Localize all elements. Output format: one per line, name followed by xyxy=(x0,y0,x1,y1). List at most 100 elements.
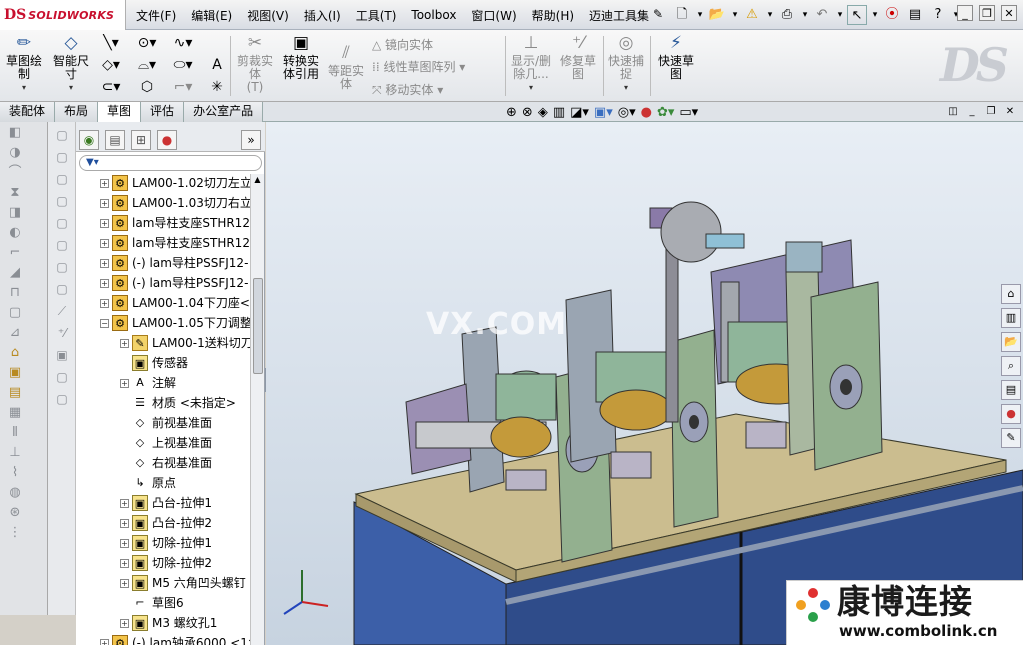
sketch-button[interactable]: ✏ 草图绘制 ▾ xyxy=(4,33,44,94)
tree-item[interactable]: + ▣ M5 六角凹头螺钉 xyxy=(120,574,251,592)
tab-layout[interactable]: 布局 xyxy=(55,102,99,122)
tree-item[interactable]: ▣ 传感器 xyxy=(120,354,251,372)
minimize-icon[interactable]: _ xyxy=(965,105,979,119)
tree-expander-icon[interactable]: + xyxy=(120,558,129,568)
tree-expander-icon[interactable]: + xyxy=(120,518,129,528)
tree-expander-icon[interactable]: + xyxy=(100,278,109,288)
spline-icon[interactable]: ∿▾ xyxy=(170,34,196,52)
box-icon[interactable]: ⟋ xyxy=(53,302,71,320)
tree-item[interactable]: − ⚙ LAM00-1.05下刀调整 xyxy=(100,314,251,332)
tree-expander-icon[interactable]: + xyxy=(100,258,109,268)
tree-expander-icon[interactable]: − xyxy=(100,318,109,328)
tree-expander-icon[interactable]: + xyxy=(120,618,129,628)
menu-insert[interactable]: 插入(I) xyxy=(304,7,341,24)
hide-show-icon[interactable]: ◎▾ xyxy=(618,105,636,121)
zoom-area-icon[interactable]: ⊗ xyxy=(522,105,533,121)
dome-icon[interactable]: ⌂ xyxy=(5,344,25,362)
restore-icon[interactable]: ❐ xyxy=(984,105,998,119)
linear-pattern-button[interactable]: ⁞⁞ 线性草图阵列 ▾ xyxy=(372,58,465,75)
tree-item[interactable]: + ⚙ (-) lam轴承6000 <1> xyxy=(100,634,251,645)
scroll-thumb[interactable] xyxy=(253,278,263,374)
menu-view[interactable]: 视图(V) xyxy=(247,7,289,24)
tree-expander-icon[interactable]: + xyxy=(100,638,109,645)
file-explorer-icon[interactable]: 📂 xyxy=(1001,332,1021,352)
move-entities-button[interactable]: ⤧ 移动实体 ▾ xyxy=(372,81,443,98)
box-icon[interactable]: ▢ xyxy=(53,368,71,386)
show-delete-relations-button[interactable]: ⊥ 显示/删除几... ▾ xyxy=(508,33,554,94)
tree-expander-icon[interactable]: + xyxy=(120,578,129,588)
tree-expander-icon[interactable]: + xyxy=(100,178,109,188)
box-icon[interactable]: ▢ xyxy=(53,258,71,276)
chevron-down-icon[interactable]: ▾ xyxy=(730,5,740,25)
print-icon[interactable]: ⎙ xyxy=(777,5,797,25)
box-icon[interactable]: ▢ xyxy=(53,192,71,210)
assembly-model[interactable] xyxy=(266,122,1023,645)
chevron-down-icon[interactable]: ▾ xyxy=(800,5,810,25)
tree-expander-icon[interactable]: + xyxy=(120,338,129,348)
tree-expander-icon[interactable]: + xyxy=(120,538,129,548)
search-icon[interactable]: ⌕ xyxy=(1001,356,1021,376)
help-icon[interactable]: ? xyxy=(928,5,948,25)
tree-expander-icon[interactable]: + xyxy=(120,378,129,388)
offset-entities-button[interactable]: ⫽ 等距实体 xyxy=(326,33,366,91)
tree-item[interactable]: ◇ 前视基准面 xyxy=(120,414,251,432)
zoom-to-fit-icon[interactable]: ⊕ xyxy=(506,105,517,121)
sweep-icon[interactable]: ⌒ xyxy=(5,164,25,182)
restore-icon[interactable]: ❐ xyxy=(979,5,995,21)
box-icon[interactable]: ▢ xyxy=(53,236,71,254)
tab-sketch[interactable]: 草图 xyxy=(98,102,142,122)
select-pointer-icon[interactable]: ↖ xyxy=(847,5,867,25)
tree-item[interactable]: + ⚙ lam导柱支座STHR12 xyxy=(100,234,251,252)
scene-icon[interactable]: ✿▾ xyxy=(657,105,674,121)
fillet-feature-icon[interactable]: ⌐ xyxy=(5,244,25,262)
tree-item[interactable]: + ▣ 切除-拉伸2 xyxy=(120,554,251,572)
tab-assembly[interactable]: 装配体 xyxy=(0,102,56,122)
tree-item[interactable]: + ⚙ (-) lam导柱PSSFJ12- xyxy=(100,254,251,272)
tab-office-products[interactable]: 办公室产品 xyxy=(184,102,264,122)
line-icon[interactable]: ╲▾ xyxy=(98,34,124,52)
tree-item[interactable]: + ▣ 凸台-拉伸2 xyxy=(120,514,251,532)
tree-expander-icon[interactable]: + xyxy=(120,498,129,508)
display-manager-tab-icon[interactable]: ● xyxy=(157,130,177,150)
menu-tools[interactable]: 工具(T) xyxy=(356,7,397,24)
mirror-feature-icon[interactable]: ⫴ xyxy=(5,424,25,442)
scroll-up-icon[interactable]: ▲ xyxy=(251,174,264,186)
trim-entities-button[interactable]: ✂ 剪裁实体 (T) xyxy=(234,33,276,94)
rectangle-icon[interactable]: ◇▾ xyxy=(98,56,124,74)
circle-icon[interactable]: ⊙▾ xyxy=(134,34,160,52)
convert-entities-button[interactable]: ▣ 转换实体引用 xyxy=(280,33,322,81)
box-icon[interactable]: ▢ xyxy=(53,170,71,188)
point-icon[interactable]: ✳ xyxy=(204,78,230,96)
tree-item[interactable]: + A 注解 xyxy=(120,374,251,392)
previous-view-icon[interactable]: ◈ xyxy=(538,105,548,121)
menu-maidi-tools[interactable]: 迈迪工具集 xyxy=(589,7,649,24)
revolve-boss-icon[interactable]: ◑ xyxy=(5,144,25,162)
tree-item[interactable]: ⌐ 草图6 xyxy=(120,594,251,612)
curves-icon[interactable]: ⌇ xyxy=(5,464,25,482)
tree-item[interactable]: + ⚙ LAM00-1.02切刀左立 xyxy=(100,174,251,192)
shell-icon[interactable]: ▢ xyxy=(5,304,25,322)
menu-file[interactable]: 文件(F) xyxy=(136,7,176,24)
custom-properties-icon[interactable]: ✎ xyxy=(1001,428,1021,448)
menu-edit[interactable]: 编辑(E) xyxy=(191,7,232,24)
extrude-cut-icon[interactable]: ◨ xyxy=(5,204,25,222)
appearances-icon[interactable]: ● xyxy=(1001,404,1021,424)
expand-panel-icon[interactable]: » xyxy=(241,130,261,150)
box-icon[interactable]: ▣ xyxy=(53,346,71,364)
view-orientation-icon[interactable]: ◪▾ xyxy=(570,105,589,121)
pin-icon[interactable]: ✎ xyxy=(651,7,665,21)
hole-wizard-icon[interactable]: ◍ xyxy=(5,484,25,502)
configuration-manager-tab-icon[interactable]: ⊞ xyxy=(131,130,151,150)
extrude-boss-icon[interactable]: ◧ xyxy=(5,124,25,142)
feature-manager-tab-icon[interactable]: ◉ xyxy=(79,130,99,150)
box-icon[interactable]: ▢ xyxy=(53,126,71,144)
menu-toolbox[interactable]: Toolbox xyxy=(411,8,456,22)
more-features-icon[interactable]: ⋮ xyxy=(5,524,25,542)
close-icon[interactable]: ✕ xyxy=(1003,105,1017,119)
part-icon[interactable]: ▣ xyxy=(5,364,25,382)
tile-icon[interactable]: ◫ xyxy=(946,105,960,119)
smart-dimension-button[interactable]: ◇ 智能尺寸 ▾ xyxy=(48,33,94,94)
chevron-down-icon[interactable]: ▾ xyxy=(870,5,880,25)
options-icon[interactable]: ▤ xyxy=(905,5,925,25)
rapid-sketch-button[interactable]: ⚡ 快速草图 xyxy=(654,33,698,81)
